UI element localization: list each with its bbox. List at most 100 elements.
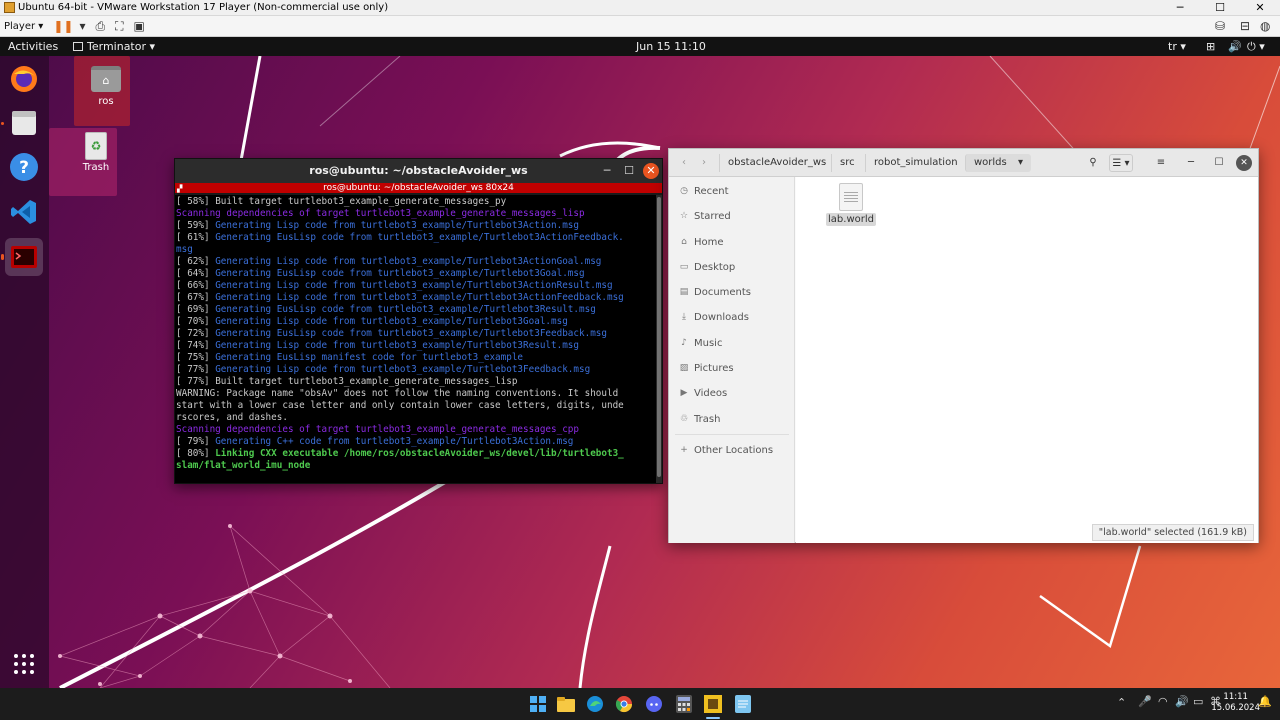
terminal-minimize-button[interactable]: ─ xyxy=(599,163,615,179)
terminal-line-text: Generating EusLisp code from turtlebot3_… xyxy=(215,232,624,243)
terminal-line: rscores, and dashes. xyxy=(176,412,657,424)
terminal-scrollbar[interactable] xyxy=(656,195,662,483)
file-explorer-icon[interactable] xyxy=(556,694,576,714)
windows-taskbar: ⌃ 🎤 ◠ 🔊 ▭ ⌘ 11:11 15.06.2024 🔔 xyxy=(0,688,1280,720)
usb-icon[interactable]: ⛁ xyxy=(1215,19,1225,33)
sidebar-item-label: Desktop xyxy=(694,261,736,273)
terminal-line: [ 58%] Built target turtlebot3_example_g… xyxy=(176,196,657,208)
files-icon[interactable] xyxy=(5,104,43,142)
forward-button[interactable]: › xyxy=(695,154,713,172)
audio-device-icon[interactable]: ◍ xyxy=(1260,19,1270,33)
discord-icon[interactable] xyxy=(644,694,664,714)
sidebar-item-music[interactable]: ♪ Music xyxy=(679,335,722,351)
volume-icon[interactable]: 🔊 xyxy=(1228,37,1242,56)
terminal-line: msg xyxy=(176,244,657,256)
close-button[interactable]: ✕ xyxy=(1240,0,1280,16)
breadcrumb-src[interactable]: src xyxy=(831,154,863,172)
star-icon: ☆ xyxy=(679,211,689,221)
sidebar-item-desktop[interactable]: ▭ Desktop xyxy=(679,259,736,275)
terminator-title-bar[interactable]: ros@ubuntu: ~/obstacleAvoider_ws ─ ☐ ✕ xyxy=(175,159,662,183)
terminator-app-icon xyxy=(73,42,83,51)
send-ctrl-alt-del-icon[interactable]: ⎙ xyxy=(95,19,105,34)
view-toggle-button[interactable]: ☰ ▾ xyxy=(1109,154,1133,172)
files-close-button[interactable]: ✕ xyxy=(1236,155,1252,171)
edge-icon[interactable] xyxy=(585,694,605,714)
keyboard-layout-menu[interactable]: tr ▾ xyxy=(1168,37,1186,56)
sidebar-item-videos[interactable]: ▶ Videos xyxy=(679,385,728,401)
file-lab-world[interactable]: lab.world xyxy=(826,183,876,226)
minimize-button[interactable]: ─ xyxy=(1160,0,1200,16)
power-icon[interactable]: ⏻ ▾ xyxy=(1247,37,1265,56)
sidebar-item-recent[interactable]: ◷ Recent xyxy=(679,183,729,199)
vscode-icon[interactable] xyxy=(5,193,43,231)
firefox-icon[interactable] xyxy=(5,60,43,98)
music-icon: ♪ xyxy=(681,338,687,348)
taskbar-active-indicator xyxy=(706,717,720,719)
fullscreen-icon[interactable]: ⛶ xyxy=(115,19,123,34)
notification-bell-icon[interactable]: 🔔 xyxy=(1258,695,1272,708)
files-window[interactable]: ‹ › obstacleAvoider_ws src robot_simulat… xyxy=(668,148,1259,543)
terminal-maximize-button[interactable]: ☐ xyxy=(621,163,637,179)
player-menu[interactable]: Player ▾ xyxy=(4,21,43,32)
terminal-progress-percent: [ 61%] xyxy=(176,232,216,243)
files-minimize-button[interactable]: ─ xyxy=(1183,154,1199,172)
microphone-icon[interactable]: 🎤 xyxy=(1138,695,1152,708)
notepad-icon[interactable] xyxy=(733,694,753,714)
terminal-line-text: Scanning dependencies of target turtlebo… xyxy=(176,208,585,219)
pause-dropdown-icon[interactable]: ▾ xyxy=(79,19,85,33)
terminal-line: [ 67%] Generating Lisp code from turtleb… xyxy=(176,292,657,304)
breadcrumb-obstacleavoider[interactable]: obstacleAvoider_ws xyxy=(719,154,834,172)
tray-overflow-icon[interactable]: ⌃ xyxy=(1117,696,1126,709)
terminal-line-text: Generating Lisp code from turtlebot3_exa… xyxy=(215,316,568,327)
pause-icon[interactable]: ❚❚ xyxy=(53,19,73,33)
desktop-icon-label: ros xyxy=(98,96,114,107)
wifi-icon[interactable]: ◠ xyxy=(1158,695,1168,708)
help-icon[interactable]: ? xyxy=(5,148,43,186)
network-icon[interactable]: ⊞ xyxy=(1206,37,1215,56)
show-applications-icon[interactable] xyxy=(5,645,43,683)
sidebar-item-downloads[interactable]: ⤓ Downloads xyxy=(679,309,749,325)
terminal-close-button[interactable]: ✕ xyxy=(643,163,659,179)
app-menu[interactable]: Terminator ▾ xyxy=(73,37,155,56)
breadcrumb-worlds[interactable]: worlds ▾ xyxy=(965,154,1031,172)
vmware-taskbar-icon[interactable] xyxy=(703,694,723,714)
terminal-progress-percent: [ 64%] xyxy=(176,268,216,279)
terminal-progress-percent: [ 79%] xyxy=(176,436,216,447)
terminator-icon[interactable] xyxy=(5,238,43,276)
desktop-icon-trash[interactable]: ♻ Trash xyxy=(49,128,130,196)
files-sidebar: ◷ Recent ☆ Starred ⌂ Home ▭ Desktop ▤ Documents ⤓ D… xyxy=(669,177,795,543)
clock[interactable]: Jun 15 11:10 xyxy=(636,37,706,56)
chrome-icon[interactable] xyxy=(614,694,634,714)
system-clock[interactable]: 11:11 15.06.2024 xyxy=(1211,692,1260,714)
terminal-line: [ 77%] Generating Lisp code from turtleb… xyxy=(176,364,657,376)
sidebar-item-documents[interactable]: ▤ Documents xyxy=(679,284,751,300)
sidebar-item-trash[interactable]: ♲ Trash xyxy=(679,411,720,427)
windows-start-icon[interactable] xyxy=(528,694,548,714)
back-button[interactable]: ‹ xyxy=(675,154,693,172)
search-icon[interactable]: ⚲ xyxy=(1085,154,1101,172)
terminal-line: slam/flat_world_imu_node xyxy=(176,460,657,472)
files-maximize-button[interactable]: ☐ xyxy=(1211,154,1227,172)
terminator-window[interactable]: ros@ubuntu: ~/obstacleAvoider_ws ─ ☐ ✕ ▞… xyxy=(174,158,663,484)
dock-running-indicator xyxy=(1,122,4,125)
terminal-line-text: start with a lower case letter and only … xyxy=(176,400,624,411)
sidebar-item-pictures[interactable]: ▨ Pictures xyxy=(679,360,734,376)
sidebar-item-label: Starred xyxy=(694,210,731,222)
battery-icon[interactable]: ▭ xyxy=(1193,695,1203,708)
files-content-area[interactable]: lab.world "lab.world" selected (161.9 kB… xyxy=(796,177,1258,543)
desktop-icon-ros[interactable]: ⌂ ros xyxy=(74,56,133,126)
sidebar-item-starred[interactable]: ☆ Starred xyxy=(679,208,731,224)
terminal-line-text: slam/flat_world_imu_node xyxy=(176,460,311,471)
network-device-icon[interactable]: ⊟ xyxy=(1240,19,1250,33)
terminal-output[interactable]: [ 58%] Built target turtlebot3_example_g… xyxy=(175,195,658,483)
scrollbar-thumb[interactable] xyxy=(657,197,661,477)
speaker-icon[interactable]: 🔊 xyxy=(1175,695,1189,708)
sidebar-item-other-locations[interactable]: + Other Locations xyxy=(679,442,773,458)
unity-icon[interactable]: ▣ xyxy=(133,19,144,33)
calculator-icon[interactable] xyxy=(674,694,694,714)
maximize-button[interactable]: ☐ xyxy=(1200,0,1240,16)
breadcrumb-robot-simulation[interactable]: robot_simulation xyxy=(865,154,966,172)
sidebar-item-home[interactable]: ⌂ Home xyxy=(679,234,723,250)
activities-button[interactable]: Activities xyxy=(8,37,58,56)
hamburger-menu-icon[interactable]: ≡ xyxy=(1153,154,1169,172)
